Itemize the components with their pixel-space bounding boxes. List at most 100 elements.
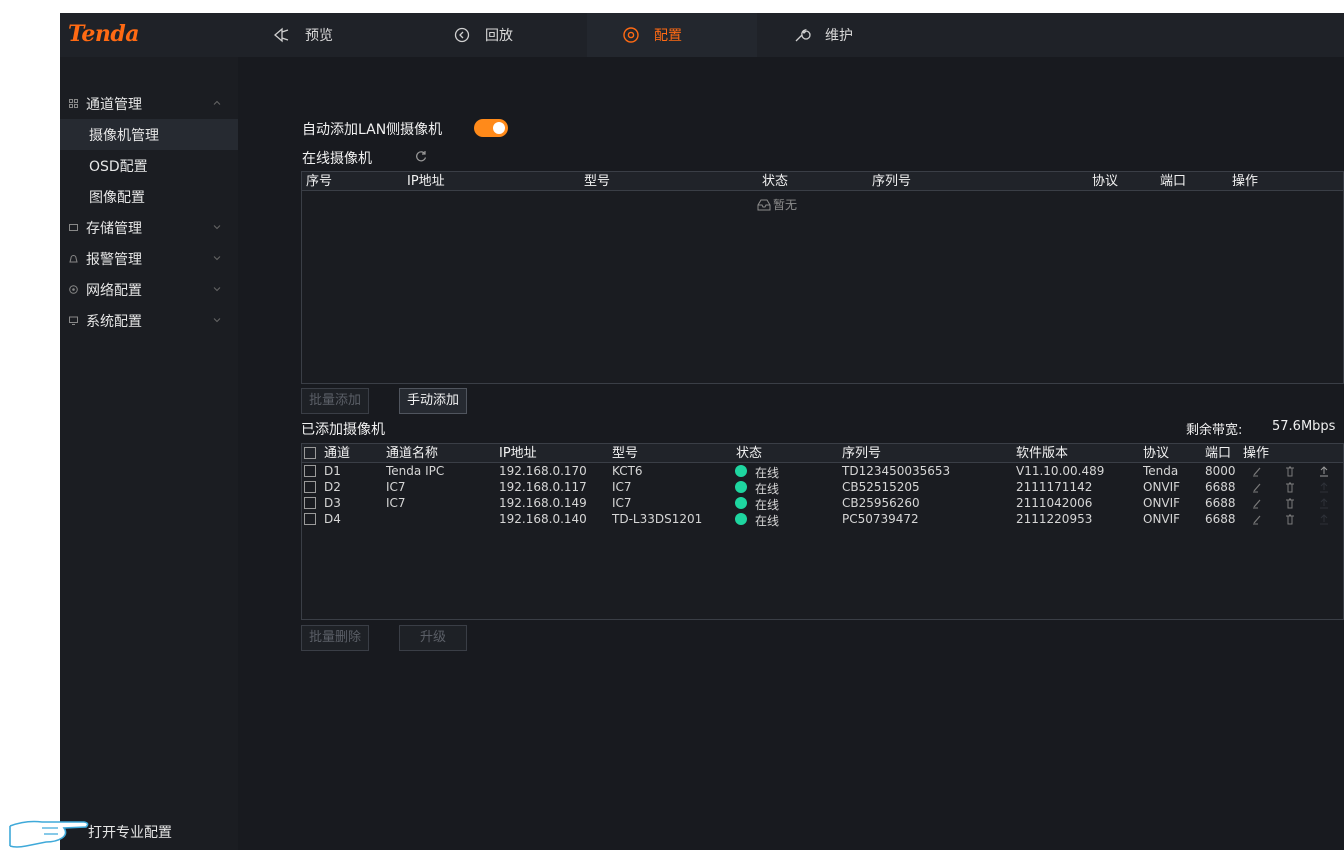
sidebar-label-channel-management: 通道管理 [86,96,142,113]
col-status: 状态 [762,174,789,189]
refresh-icon[interactable] [414,149,428,163]
main-content: 自动添加LAN侧摄像机 在线摄像机 序号 IP地址 型号 状态 序列号 协议 端… [238,57,1344,850]
batch-delete-button[interactable]: 批量删除 [301,625,370,651]
auto-add-label: 自动添加LAN侧摄像机 [302,122,443,138]
sidebar-item-osd[interactable]: OSD配置 [60,150,238,181]
online-status-dot [735,481,747,493]
row-checkbox[interactable] [304,481,316,493]
batch-add-button[interactable]: 批量添加 [301,388,370,414]
delete-icon[interactable] [1285,498,1295,509]
cell-serial: TD123450035653 [842,464,951,478]
delete-icon[interactable] [1285,514,1295,525]
col-protocol: 协议 [1092,174,1119,189]
empty-box-icon [757,199,771,210]
bandwidth-label: 剩余带宽: [1186,423,1243,438]
upload-icon [1320,482,1328,493]
cell-channel: D1 [324,464,341,478]
sidebar: 通道管理 摄像机管理 OSD配置 图像配置 存储管理 报警管理 网络配置 系统配… [60,57,238,850]
manual-add-button[interactable]: 手动添加 [399,388,468,414]
auto-add-toggle[interactable] [474,119,508,137]
col-action: 操作 [1232,174,1259,189]
col-channel: 通道 [324,446,351,461]
row-checkbox[interactable] [304,513,316,525]
tab-maintain[interactable]: 维护 [793,13,853,57]
cell-channel: D4 [324,512,341,526]
edit-icon[interactable] [1252,466,1262,477]
top-navigation: Tenda 预览 回放 配置 维护 [60,13,1344,57]
sidebar-item-channel-management[interactable]: 通道管理 [60,88,238,119]
added-table-header: 通道 通道名称 IP地址 型号 状态 序列号 软件版本 协议 端口 操作 [302,444,1343,463]
upload-icon [1320,498,1328,509]
row-checkbox[interactable] [304,465,316,477]
storage-icon [68,223,78,233]
added-cameras-table: 通道 通道名称 IP地址 型号 状态 序列号 软件版本 协议 端口 操作 D1 … [301,443,1344,620]
edit-icon[interactable] [1252,498,1262,509]
chevron-down-icon [213,225,221,230]
col-serial: 序列号 [842,446,882,461]
sidebar-label-osd: OSD配置 [89,158,148,175]
edit-icon[interactable] [1252,482,1262,493]
upgrade-button[interactable]: 升级 [399,625,468,651]
col-model: 型号 [584,174,611,189]
col-status: 状态 [736,446,763,461]
cell-port: 8000 [1205,464,1236,478]
col-ip: IP地址 [407,174,445,189]
tab-config-label: 配置 [654,28,682,44]
cell-software-version: 2111042006 [1016,496,1093,510]
select-all-checkbox[interactable] [304,447,316,459]
sidebar-label-camera-management: 摄像机管理 [89,127,159,144]
col-port: 端口 [1160,174,1187,189]
cell-model: KCT6 [612,464,643,478]
col-model: 型号 [612,446,639,461]
online-cameras-title: 在线摄像机 [302,151,372,167]
cell-serial: CB25956260 [842,496,920,510]
tab-playback[interactable]: 回放 [453,13,513,57]
cell-status: 在线 [755,514,780,528]
col-channel-name: 通道名称 [386,446,439,461]
cell-port: 6688 [1205,480,1236,494]
cell-channel: D3 [324,496,341,510]
network-icon [68,285,78,295]
open-pro-config-label: 打开专业配置 [88,825,172,841]
cell-protocol: Tenda [1143,464,1179,478]
tab-maintain-label: 维护 [825,28,853,44]
delete-icon[interactable] [1285,466,1295,477]
cell-protocol: ONVIF [1143,480,1181,494]
delete-icon[interactable] [1285,482,1295,493]
chevron-up-icon [213,100,221,105]
tab-config[interactable]: 配置 [587,13,757,57]
sidebar-item-storage[interactable]: 存储管理 [60,212,238,243]
preview-icon [273,26,291,44]
sidebar-label-image: 图像配置 [89,189,145,206]
online-status-dot [735,513,747,525]
cell-model: IC7 [612,480,632,494]
edit-icon[interactable] [1252,514,1262,525]
cell-protocol: ONVIF [1143,496,1181,510]
upload-icon [1320,514,1328,525]
sidebar-item-image[interactable]: 图像配置 [60,181,238,212]
tab-preview-label: 预览 [305,28,333,44]
cell-serial: CB52515205 [842,480,920,494]
col-software-version: 软件版本 [1016,446,1069,461]
sidebar-item-camera-management[interactable]: 摄像机管理 [60,119,238,150]
table-row: D3 IC7 192.168.0.149 IC7 在线 CB25956260 2… [302,495,1343,512]
sidebar-item-alarm[interactable]: 报警管理 [60,243,238,274]
table-row: D1 Tenda IPC 192.168.0.170 KCT6 在线 TD123… [302,463,1343,480]
col-port: 端口 [1205,446,1232,461]
cell-channel: D2 [324,480,341,494]
row-checkbox[interactable] [304,497,316,509]
chevron-down-icon [213,256,221,261]
empty-text: 暂无 [773,198,798,212]
tab-preview[interactable]: 预览 [273,13,333,57]
cell-ip: 192.168.0.117 [499,480,587,494]
pointing-hand-icon [9,820,89,848]
cell-model: TD-L33DS1201 [612,512,703,526]
col-ip: IP地址 [499,446,537,461]
cell-serial: PC50739472 [842,512,919,526]
sidebar-item-network[interactable]: 网络配置 [60,274,238,305]
config-icon [622,26,640,44]
upload-icon[interactable] [1319,466,1329,477]
sidebar-label-network: 网络配置 [86,282,142,299]
table-row: D4 192.168.0.140 TD-L33DS1201 在线 PC50739… [302,511,1343,528]
sidebar-item-system[interactable]: 系统配置 [60,305,238,336]
